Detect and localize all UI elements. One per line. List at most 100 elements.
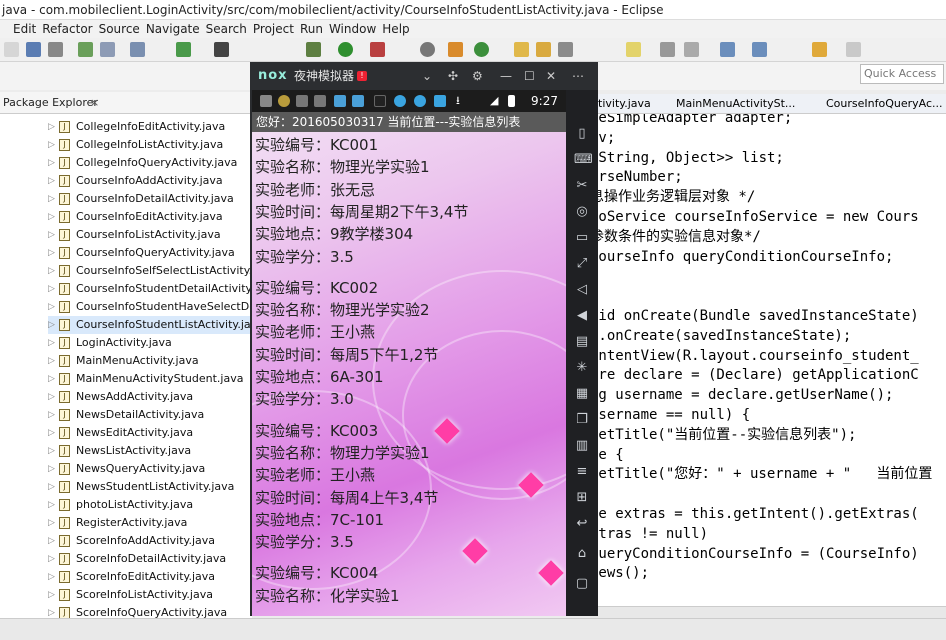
alert-badge[interactable]: ! [357,71,367,81]
block-icon[interactable] [660,42,675,57]
tree-item[interactable]: ▷ J ScoreInfoAddActivity.java [48,532,252,550]
gear-icon[interactable]: ⚙ [472,62,483,90]
menu-window[interactable]: Window [329,20,376,38]
pin-icon[interactable]: ✣ [448,62,458,90]
menu-run[interactable]: Run [300,20,323,38]
editor-tab[interactable]: MainMenuActivitySt... [676,94,795,113]
tree-item[interactable]: ▷ J CollegeInfoListActivity.java [48,136,252,154]
home-icon[interactable]: ⌂ [574,546,590,562]
expand-arrow-icon[interactable]: ▷ [48,568,55,586]
expand-arrow-icon[interactable]: ▷ [48,208,55,226]
keyboard-icon[interactable]: ⌨ [574,152,593,168]
loading-icon[interactable]: ✳ [574,360,590,376]
expand-arrow-icon[interactable]: ▷ [48,262,55,280]
horizontal-scrollbar[interactable] [590,606,946,618]
back-icon[interactable]: ↩ [574,516,590,532]
back-icon[interactable] [812,42,827,57]
tree-item[interactable]: ▷ J ScoreInfoEditActivity.java [48,568,252,586]
close-icon[interactable]: × [90,92,99,114]
android-screen[interactable]: ⭳ ◢ 9:27 您好：201605030317 当前位置---实验信息列表 实… [252,90,566,616]
expand-arrow-icon[interactable]: ▷ [48,550,55,568]
expand-arrow-icon[interactable]: ▷ [48,406,55,424]
tree-item[interactable]: ▷ J MainMenuActivity.java [48,352,252,370]
expand-arrow-icon[interactable]: ▷ [48,118,55,136]
expand-arrow-icon[interactable]: ▷ [48,352,55,370]
expand-arrow-icon[interactable]: ▷ [48,334,55,352]
editor-tab[interactable]: CourseInfoQueryAc... [826,94,943,113]
screen-icon[interactable]: ▭ [574,230,590,246]
chevron-down-icon[interactable]: ⌄ [422,62,432,90]
tree-item[interactable]: ▷ J CourseInfoListActivity.java [48,226,252,244]
build-icon[interactable] [100,42,115,57]
tree-item[interactable]: ▷ JphotoListActivity.java [48,496,252,514]
expand-icon[interactable]: ⊞ [574,490,590,506]
tree-item[interactable]: ▷ J NewsDetailActivity.java [48,406,252,424]
expand-arrow-icon[interactable]: ▷ [48,244,55,262]
tree-item[interactable]: ▷ J ScoreInfoDetailActivity.java [48,550,252,568]
expand-arrow-icon[interactable]: ▷ [48,172,55,190]
code-editor[interactable]: ieSimpleAdapter adapter; lv; <String, Obje… [590,114,946,606]
quick-access-input[interactable]: Quick Access [860,64,944,84]
save-icon[interactable] [26,42,41,57]
menu-refactor[interactable]: Refactor [42,20,92,38]
menu-icon[interactable]: ≡ [574,464,590,480]
expand-arrow-icon[interactable]: ▷ [48,496,55,514]
tree-item[interactable]: ▷ J LoginActivity.java [48,334,252,352]
minimize-icon[interactable]: — [500,62,512,90]
folder-icon[interactable] [536,42,551,57]
expand-arrow-icon[interactable]: ▷ [48,154,55,172]
location-icon[interactable]: ◎ [574,204,590,220]
volume-down-icon[interactable]: ◀ [574,308,590,324]
tree-item[interactable]: ▷ J MainMenuActivityStudent.java [48,370,252,388]
expand-arrow-icon[interactable]: ▷ [48,532,55,550]
next-annotation-icon[interactable] [720,42,735,57]
close-window-icon[interactable]: ✕ [546,62,556,90]
download-icon[interactable] [78,42,93,57]
prev-annotation-icon[interactable] [752,42,767,57]
phone-icon[interactable]: ▯ [574,126,590,142]
expand-arrow-icon[interactable]: ▷ [48,478,55,496]
multi-window-icon[interactable]: ❐ [574,412,590,428]
package-icon[interactable] [448,42,463,57]
tree-item[interactable]: ▷ J CourseInfoAddActivity.java [48,172,252,190]
class-icon[interactable] [474,42,489,57]
forward-icon[interactable] [846,42,861,57]
editor-tab[interactable]: ctivity.java [592,94,651,113]
tree-item[interactable]: ▷ J CourseInfoStudentDetailActivity.java [48,280,252,298]
debug-icon[interactable] [306,42,321,57]
expand-arrow-icon[interactable]: ▷ [48,298,55,316]
expand-arrow-icon[interactable]: ▷ [48,460,55,478]
expand-arrow-icon[interactable]: ▷ [48,280,55,298]
expand-arrow-icon[interactable]: ▷ [48,226,55,244]
task-icon[interactable] [130,42,145,57]
expand-arrow-icon[interactable]: ▷ [48,514,55,532]
tree-item[interactable]: ▷ J NewsQueryActivity.java [48,460,252,478]
expand-arrow-icon[interactable]: ▷ [48,370,55,388]
menu-edit[interactable]: Edit [13,20,36,38]
tree-item[interactable]: ▷ J CollegeInfoEditActivity.java [48,118,252,136]
new-icon[interactable] [4,42,19,57]
apk-icon[interactable]: ▤ [574,334,590,350]
menu-help[interactable]: Help [382,20,409,38]
recent-apps-icon[interactable]: ▢ [574,576,590,592]
maximize-icon[interactable]: ☐ [524,62,535,90]
menu-navigate[interactable]: Navigate [146,20,200,38]
expand-arrow-icon[interactable]: ▷ [48,424,55,442]
highlight-icon[interactable] [626,42,641,57]
tree-item[interactable]: ▷ J NewsListActivity.java [48,442,252,460]
tree-item[interactable]: ▷ J NewsEditActivity.java [48,424,252,442]
run-external-icon[interactable] [370,42,385,57]
menu-source[interactable]: Source [99,20,140,38]
open-folder-icon[interactable] [514,42,529,57]
tree-item[interactable]: ▷ J CourseInfoQueryActivity.java [48,244,252,262]
tree-item[interactable]: ▷ J RegisterActivity.java [48,514,252,532]
search-icon[interactable] [420,42,435,57]
record-icon[interactable]: ▦ [574,386,590,402]
scissors-icon[interactable]: ✂ [574,178,590,194]
volume-up-icon[interactable]: ◁ [574,282,590,298]
menu-project[interactable]: Project [253,20,294,38]
more-icon[interactable]: ⋯ [572,62,584,90]
paragraph-icon[interactable] [684,42,699,57]
menu-search[interactable]: Search [206,20,247,38]
run-icon[interactable] [338,42,353,57]
